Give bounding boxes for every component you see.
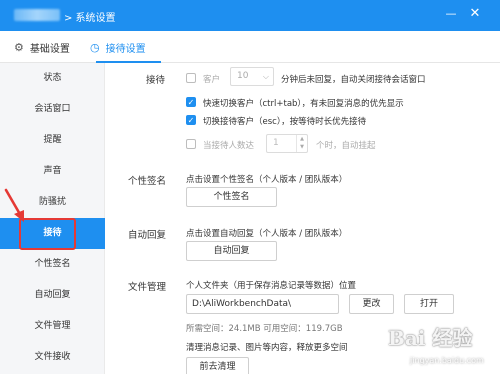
stepper-value: 1: [273, 138, 279, 148]
watermark-url: jingyan.baidu.com: [410, 356, 484, 365]
watermark: Bai 经验 jingyan.baidu.com: [388, 322, 498, 372]
signature-desc: 点击设置个性签名（个人版本 / 团队版本）: [186, 175, 348, 185]
file-management-label: 文件管理: [128, 282, 167, 293]
tab-label: 基础设置: [29, 43, 70, 55]
sidebar-item-chat-window[interactable]: 会话窗口: [0, 94, 105, 125]
auto-suspend-checkbox[interactable]: [186, 139, 196, 149]
quick-switch-text: 快速切换客户（ctrl+tab），有未回复消息的优先显示: [203, 99, 404, 109]
watermark-logo: Bai 经验: [388, 326, 473, 350]
sidebar-item-signature[interactable]: 个性签名: [0, 249, 105, 280]
window-title: > 系统设置: [64, 13, 116, 24]
auto-close-text: 分钟后未回复，自动关闭接待会话窗口: [281, 75, 426, 85]
close-icon[interactable]: ✕: [466, 6, 484, 24]
sidebar-item-auto-reply[interactable]: 自动回复: [0, 280, 105, 311]
tab-reception-settings[interactable]: ◷ 接待设置: [90, 31, 146, 63]
change-button[interactable]: 更改: [349, 294, 394, 314]
file-management-desc: 个人文件夹（用于保存消息记录等数据）位置: [186, 281, 357, 291]
tab-label: 接待设置: [105, 43, 146, 55]
clock-icon: ◷: [90, 40, 100, 54]
switch-customer-text: 切换接待客户（esc），按等待时长优先接待: [203, 117, 367, 127]
auto-suspend-prefix: 当接待人数达: [203, 141, 255, 151]
sidebar-item-sound[interactable]: 声音: [0, 156, 105, 187]
close-window-checkbox[interactable]: [186, 73, 196, 83]
sidebar-item-file-receive[interactable]: 文件接收: [0, 342, 105, 373]
gear-icon: ⚙: [14, 40, 24, 54]
chevron-down-icon: ⌵: [262, 72, 269, 81]
signature-label: 个性签名: [128, 176, 167, 187]
customer-text: 客户: [203, 75, 221, 85]
stepper-arrows-icon[interactable]: ▲ ▼: [296, 135, 307, 152]
clean-desc: 清理消息记录、图片等内容，释放更多空间: [186, 343, 348, 353]
minutes-select[interactable]: 10 ⌵: [230, 67, 274, 86]
select-value: 10: [237, 71, 249, 81]
quick-switch-checkbox[interactable]: ✓: [186, 97, 196, 107]
open-button[interactable]: 打开: [404, 294, 454, 314]
auto-suspend-suffix: 个时，自动挂起: [316, 141, 376, 151]
clean-button[interactable]: 前去清理: [186, 357, 249, 374]
signature-button[interactable]: 个性签名: [186, 187, 277, 207]
title-bar: > 系统设置 — ✕: [0, 0, 500, 31]
auto-reply-button[interactable]: 自动回复: [186, 241, 277, 261]
switch-customer-checkbox[interactable]: ✓: [186, 115, 196, 125]
active-tab-indicator: [96, 61, 161, 63]
sidebar-item-status[interactable]: 状态: [0, 63, 105, 94]
reception-label: 接待: [146, 75, 166, 86]
settings-tabs: ⚙ 基础设置 ◷ 接待设置: [0, 31, 500, 63]
blurred-account-name: [14, 9, 60, 21]
auto-reply-label: 自动回复: [128, 230, 167, 241]
auto-reply-desc: 点击设置自动回复（个人版本 / 团队版本）: [186, 229, 348, 239]
sidebar-item-reminder[interactable]: 提醒: [0, 125, 105, 156]
red-arrow-icon: [4, 188, 24, 222]
reception-count-stepper[interactable]: 1 ▲ ▼: [266, 134, 308, 153]
data-folder-path-field[interactable]: D:\AliWorkbenchData\: [186, 294, 339, 314]
minimize-icon[interactable]: —: [443, 7, 459, 23]
space-info: 所需空间：24.1MB 可用空间：119.7GB: [186, 324, 343, 334]
tab-basic-settings[interactable]: ⚙ 基础设置: [14, 31, 70, 63]
sidebar-item-file-management[interactable]: 文件管理: [0, 311, 105, 342]
